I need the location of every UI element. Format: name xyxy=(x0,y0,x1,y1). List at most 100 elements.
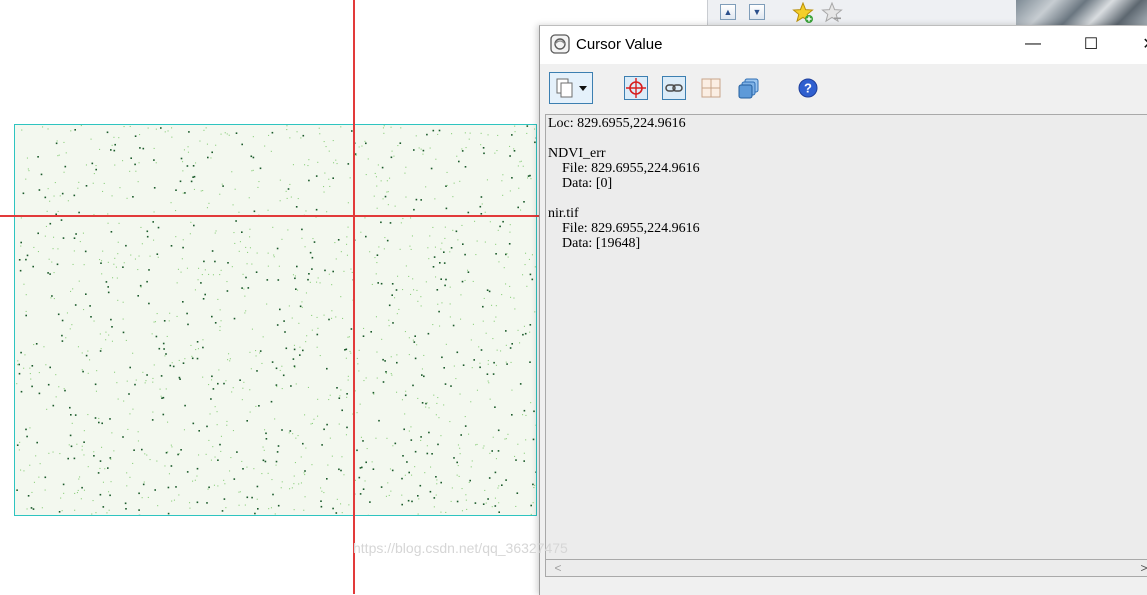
raster-pixel xyxy=(444,262,446,264)
raster-pixel xyxy=(197,341,199,343)
raster-pixel xyxy=(57,264,59,266)
raster-pixel xyxy=(444,238,445,239)
raster-pixel xyxy=(255,350,256,351)
raster-pixel xyxy=(26,294,27,295)
scroll-right-arrow-icon[interactable]: > xyxy=(1138,560,1147,576)
raster-pixel xyxy=(502,221,504,223)
raster-pixel xyxy=(278,279,280,281)
raster-pixel xyxy=(39,393,41,395)
raster-image-frame[interactable] xyxy=(14,124,537,516)
raster-pixel xyxy=(491,305,492,306)
add-favorite-star-icon[interactable] xyxy=(792,2,814,24)
crosshair-toggle-button[interactable] xyxy=(624,76,648,100)
raster-pixel xyxy=(494,406,496,408)
raster-pixel xyxy=(17,360,18,361)
raster-pixel xyxy=(276,368,278,370)
link-toggle-button[interactable] xyxy=(662,76,686,100)
raster-pixel xyxy=(340,389,341,390)
raster-pixel xyxy=(130,157,132,159)
raster-pixel xyxy=(205,269,206,270)
raster-pixel xyxy=(434,497,436,499)
raster-pixel xyxy=(207,144,208,145)
raster-pixel xyxy=(307,165,308,166)
raster-pixel xyxy=(171,465,173,467)
minimize-button[interactable]: — xyxy=(1010,26,1056,62)
raster-pixel xyxy=(23,368,24,369)
raster-pixel xyxy=(316,175,318,177)
raster-pixel xyxy=(63,237,65,239)
raster-pixel xyxy=(272,494,274,496)
scroll-left-arrow-icon[interactable]: < xyxy=(552,560,564,576)
raster-pixel xyxy=(122,266,124,268)
raster-pixel xyxy=(118,137,119,138)
raster-pixel xyxy=(434,256,436,258)
raster-pixel xyxy=(343,474,344,475)
raster-pixel xyxy=(195,480,196,481)
raster-pixel xyxy=(498,511,500,513)
remove-favorite-star-icon[interactable] xyxy=(821,2,843,24)
raster-pixel xyxy=(475,502,477,504)
raster-pixel xyxy=(181,158,183,160)
raster-pixel xyxy=(268,473,269,474)
chevron-down-icon[interactable]: ▼ xyxy=(749,4,765,20)
raster-pixel xyxy=(365,143,367,145)
raster-pixel xyxy=(201,190,202,191)
raster-pixel xyxy=(64,172,65,173)
raster-pixel xyxy=(147,236,149,238)
help-button[interactable]: ? xyxy=(798,78,818,98)
raster-pixel xyxy=(460,394,461,395)
raster-pixel xyxy=(494,321,495,322)
layer-file-coords: File: 829.6955,224.9616 xyxy=(548,161,1147,176)
raster-pixel xyxy=(416,290,417,291)
raster-pixel xyxy=(239,505,240,506)
raster-pixel xyxy=(330,395,331,396)
layers-button[interactable] xyxy=(737,76,761,100)
raster-pixel xyxy=(525,333,527,335)
raster-pixel xyxy=(127,198,128,199)
raster-pixel xyxy=(199,141,200,142)
cursor-value-text-area[interactable]: Loc: 829.6955,224.9616 NDVI_err File: 82… xyxy=(545,114,1147,560)
raster-pixel xyxy=(489,291,491,293)
raster-pixel xyxy=(125,508,127,510)
raster-pixel xyxy=(96,370,97,371)
raster-pixel xyxy=(424,472,425,473)
raster-pixel xyxy=(511,414,513,416)
raster-pixel xyxy=(253,136,254,137)
raster-pixel xyxy=(509,155,511,157)
raster-pixel xyxy=(396,289,398,291)
cursor-value-window[interactable]: Cursor Value — ☐ ✕ xyxy=(539,25,1147,595)
raster-pixel xyxy=(282,388,283,389)
chevron-up-icon[interactable]: ▲ xyxy=(720,4,736,20)
raster-pixel xyxy=(289,184,290,185)
raster-pixel xyxy=(373,394,374,395)
raster-pixel xyxy=(28,170,29,171)
copy-dropdown-button[interactable] xyxy=(549,72,593,104)
raster-pixel xyxy=(361,437,362,438)
raster-pixel xyxy=(225,507,226,508)
raster-pixel xyxy=(350,269,351,270)
raster-pixel xyxy=(33,344,34,345)
close-button[interactable]: ✕ xyxy=(1126,26,1147,62)
raster-pixel xyxy=(143,484,145,486)
maximize-button[interactable]: ☐ xyxy=(1068,26,1114,62)
raster-pixel xyxy=(112,145,113,146)
raster-pixel xyxy=(20,470,21,471)
raster-pixel xyxy=(108,262,109,263)
raster-pixel xyxy=(391,375,392,376)
raster-pixel xyxy=(289,137,290,138)
raster-pixel xyxy=(514,456,515,457)
raster-pixel xyxy=(246,467,247,468)
raster-pixel xyxy=(324,141,325,142)
raster-pixel xyxy=(391,127,392,128)
raster-pixel xyxy=(360,404,361,405)
title-bar[interactable]: Cursor Value — ☐ ✕ xyxy=(540,26,1147,64)
raster-pixel xyxy=(81,498,82,499)
horizontal-scrollbar[interactable]: < > xyxy=(545,560,1147,577)
raster-pixel xyxy=(217,424,218,425)
raster-pixel xyxy=(141,287,142,288)
raster-pixel xyxy=(70,291,71,292)
grid-button[interactable] xyxy=(700,77,722,99)
raster-pixel xyxy=(195,162,196,163)
raster-pixel xyxy=(257,486,259,488)
raster-pixel xyxy=(69,407,71,409)
